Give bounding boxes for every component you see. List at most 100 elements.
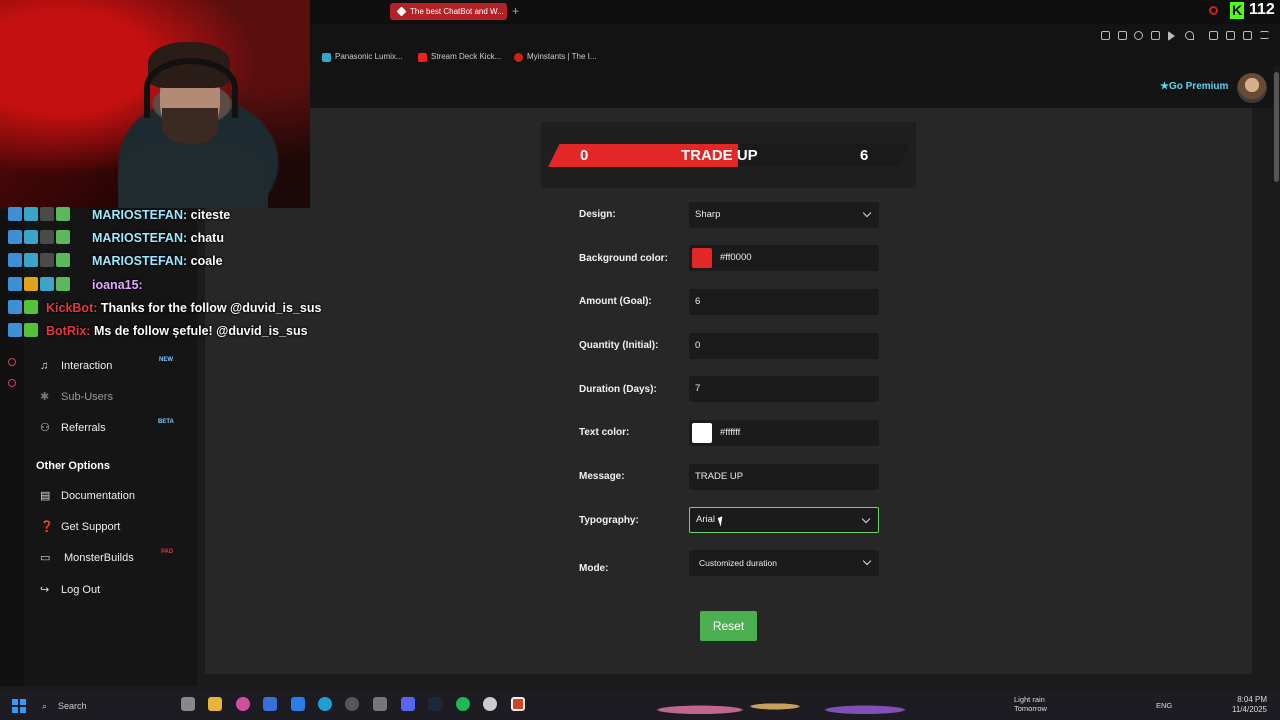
- chat-message: MARIOSTEFAN: citeste: [8, 207, 230, 222]
- download-icon[interactable]: [1243, 31, 1252, 40]
- message-input[interactable]: TRADE UP: [689, 464, 879, 490]
- new-tab-button[interactable]: +: [512, 4, 519, 18]
- mode-select[interactable]: Customized duration: [689, 550, 879, 576]
- go-premium-link[interactable]: ★Go Premium: [1160, 81, 1228, 92]
- browser-tab-active[interactable]: The best ChatBot and W...: [390, 3, 507, 20]
- headset-icon: [144, 58, 238, 118]
- chat-username: KickBot:: [46, 301, 98, 315]
- text-color-field[interactable]: #ffffff: [689, 420, 879, 446]
- sidebar-item-interaction[interactable]: ♫ Interaction: [40, 360, 112, 372]
- quantity-initial-input[interactable]: 0: [689, 333, 879, 359]
- wallpaper-balloons: [640, 686, 940, 720]
- logout-icon: ↪: [40, 584, 50, 596]
- sidebar-item-documentation[interactable]: ▤ Documentation: [40, 490, 135, 502]
- chat-text: Ms de follow șefule! @duvid_is_sus: [93, 324, 308, 338]
- chat-badges: [8, 323, 42, 337]
- sidebar-item-sub-users[interactable]: ✱ Sub-Users: [40, 391, 113, 403]
- mode-label: Mode:: [579, 563, 609, 574]
- app-icon[interactable]: [345, 697, 359, 711]
- bookmark-item[interactable]: Stream Deck Kick...: [418, 52, 501, 62]
- scrollbar-thumb[interactable]: [1274, 72, 1279, 182]
- spotify-icon[interactable]: [456, 697, 470, 711]
- share-icon[interactable]: [1226, 31, 1235, 40]
- color-swatch[interactable]: [692, 248, 712, 268]
- chat-message: ioana15:: [8, 277, 143, 292]
- shield-icon[interactable]: [1134, 31, 1143, 40]
- amount-goal-label: Amount (Goal):: [579, 296, 652, 307]
- menu-icon[interactable]: [1260, 31, 1269, 39]
- badge-icon: [8, 300, 22, 314]
- pin-icon[interactable]: [1101, 31, 1110, 40]
- chat-badges: [8, 277, 88, 291]
- heart-icon[interactable]: [1185, 31, 1194, 40]
- goal-target: 6: [860, 147, 869, 164]
- app-icon[interactable]: [373, 697, 387, 711]
- extensions-icon[interactable]: [1209, 31, 1218, 40]
- file-explorer-icon[interactable]: [208, 697, 222, 711]
- badge-icon: [40, 230, 54, 244]
- badge-icon: [24, 277, 38, 291]
- star-icon: ★: [1160, 81, 1169, 92]
- store-icon[interactable]: [291, 697, 305, 711]
- badge-icon: [24, 323, 38, 337]
- new-badge: NEW: [159, 357, 173, 363]
- sidebar-item-referrals[interactable]: ⚇ Referrals: [40, 422, 106, 434]
- task-view-icon[interactable]: [181, 697, 195, 711]
- sidebar-item-monsterbuilds[interactable]: ▭ MonsterBuilds: [40, 552, 134, 564]
- language-indicator[interactable]: ENG: [1156, 701, 1172, 710]
- edge-icon[interactable]: [318, 697, 332, 711]
- windows-start-icon[interactable]: [12, 699, 26, 713]
- weather-widget[interactable]: Light rain Tomorrow: [1014, 695, 1047, 713]
- search-icon[interactable]: [1209, 6, 1218, 15]
- beta-badge: BETA: [158, 419, 174, 425]
- chat-username: ioana15:: [92, 278, 143, 292]
- app-icon[interactable]: [263, 697, 277, 711]
- amount-goal-input[interactable]: 6: [689, 289, 879, 315]
- chat-username: MARIOSTEFAN:: [92, 231, 188, 245]
- color-swatch[interactable]: [692, 423, 712, 443]
- tab-favicon-icon: [396, 6, 407, 17]
- design-select[interactable]: Sharp: [689, 202, 879, 228]
- duration-days-input[interactable]: 7: [689, 376, 879, 402]
- sidebar-item-get-support[interactable]: ❓ Get Support: [40, 521, 120, 533]
- youtube-icon: [418, 53, 427, 62]
- system-clock[interactable]: 8:04 PM 11/4/2025: [1232, 695, 1267, 715]
- bookmark-item[interactable]: Myinstants | The I...: [514, 52, 597, 62]
- badge-icon: [56, 253, 70, 267]
- taskbar-search[interactable]: ⌕ Search: [34, 696, 154, 716]
- translate-icon[interactable]: [1151, 31, 1160, 40]
- chat-message: KickBot: Thanks for the follow @duvid_is…: [8, 300, 321, 315]
- document-icon: ▤: [40, 490, 51, 502]
- chat-badges: [8, 300, 42, 314]
- badge-icon: [8, 230, 22, 244]
- chat-username: BotRix:: [46, 324, 91, 338]
- background-color-value: #ff0000: [720, 252, 752, 263]
- obs-icon[interactable]: [483, 697, 497, 711]
- discord-icon[interactable]: [401, 697, 415, 711]
- square-icon[interactable]: [1118, 31, 1127, 40]
- app-icon[interactable]: [511, 697, 525, 711]
- rail-icon[interactable]: [8, 358, 16, 366]
- tab-title: The best ChatBot and W...: [410, 7, 504, 16]
- play-icon[interactable]: [1168, 31, 1175, 41]
- badge-icon: [40, 253, 54, 267]
- quantity-initial-label: Quantity (Initial):: [579, 340, 659, 351]
- badge-icon: [24, 253, 38, 267]
- background-color-field[interactable]: #ff0000: [689, 245, 879, 271]
- streamer-body: [118, 140, 268, 208]
- badge-icon: [8, 277, 22, 291]
- reset-button[interactable]: Reset: [700, 611, 757, 641]
- avatar[interactable]: [1237, 73, 1267, 103]
- chat-message: MARIOSTEFAN: coale: [8, 253, 223, 268]
- bookmark-icon: [514, 53, 523, 62]
- chat-message: BotRix: Ms de follow șefule! @duvid_is_s…: [8, 323, 308, 338]
- bookmark-item[interactable]: Panasonic Lumix...: [322, 52, 403, 62]
- steam-icon[interactable]: [428, 697, 442, 711]
- chat-text: chatu: [190, 231, 224, 245]
- kick-logo-icon: K: [1230, 2, 1244, 19]
- rail-icon[interactable]: [8, 379, 16, 387]
- duration-days-label: Duration (Days):: [579, 384, 657, 395]
- bookmark-icon: [322, 53, 331, 62]
- app-icon[interactable]: [236, 697, 250, 711]
- sidebar-item-log-out[interactable]: ↪ Log Out: [40, 584, 100, 596]
